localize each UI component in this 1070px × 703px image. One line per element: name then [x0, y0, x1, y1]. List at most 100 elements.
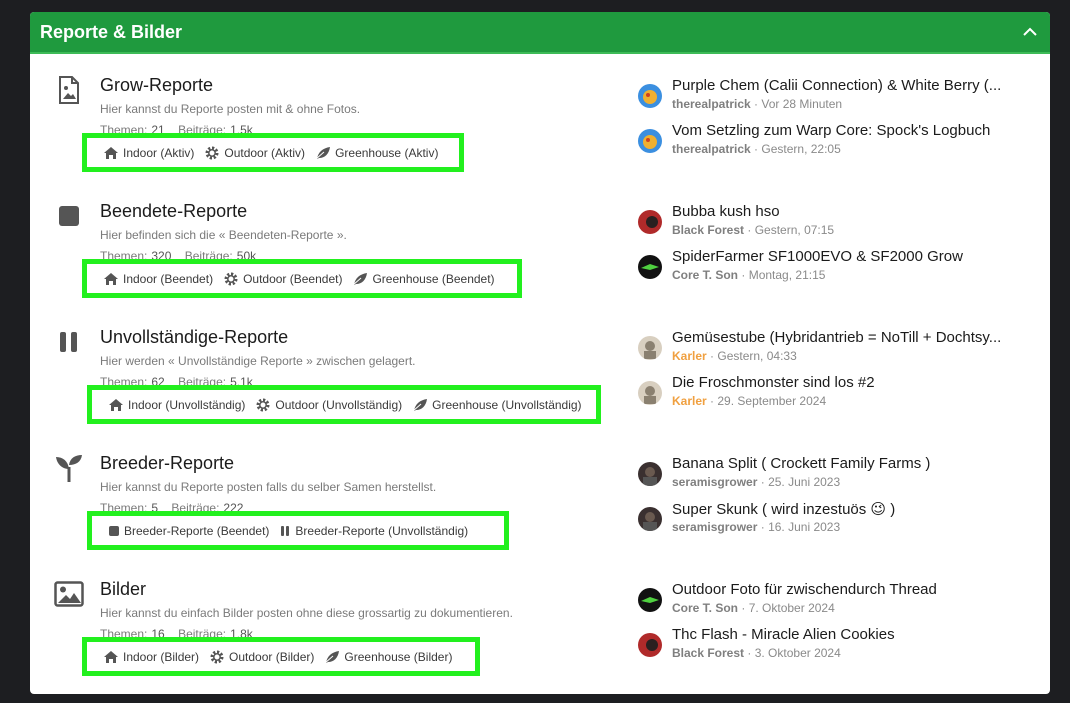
post-title[interactable]: Purple Chem (Calii Connection) & White B… [672, 77, 1001, 94]
latest-post: Vom Setzling zum Warp Core: Spock's Logb… [638, 122, 1038, 162]
subforum-link-indoor[interactable]: Indoor (Aktiv) [103, 146, 194, 160]
post-time[interactable]: Gestern, 04:33 [717, 349, 796, 363]
post-title[interactable]: SpiderFarmer SF1000EVO & SF2000 Grow [672, 248, 963, 265]
node-description: Hier befinden sich die « Beendeten-Repor… [100, 228, 347, 242]
post-title[interactable]: Die Froschmonster sind los #2 [672, 374, 875, 391]
subforum-link-outdoor[interactable]: Outdoor (Bilder) [209, 649, 314, 665]
post-username[interactable]: Core T. Son [672, 601, 738, 615]
stop-icon [109, 525, 119, 536]
subforum-link-greenhouse[interactable]: Greenhouse (Bilder) [324, 650, 452, 664]
post-time[interactable]: Gestern, 22:05 [761, 142, 840, 156]
avatar[interactable] [638, 210, 662, 234]
gear-icon [224, 272, 238, 285]
category-title[interactable]: Reporte & Bilder [40, 22, 182, 43]
subforum-list: Indoor (Aktiv) Outdoor (Aktiv) Greenhous… [82, 133, 464, 172]
latest-post: Purple Chem (Calii Connection) & White B… [638, 77, 1038, 117]
subforum-link-greenhouse[interactable]: Greenhouse (Unvollständig) [412, 398, 582, 412]
post-meta: Karler · 29. September 2024 [672, 394, 827, 408]
post-username[interactable]: Core T. Son [672, 268, 738, 282]
post-username[interactable]: Karler [672, 349, 707, 363]
node-title[interactable]: Beendete-Reporte [100, 201, 247, 222]
subforum-link-outdoor[interactable]: Outdoor (Unvollständig) [255, 397, 402, 413]
avatar[interactable] [638, 129, 662, 153]
subforum-link-outdoor[interactable]: Outdoor (Beendet) [223, 271, 342, 287]
subforum-link-indoor[interactable]: Indoor (Unvollständig) [108, 398, 245, 412]
post-title[interactable]: Outdoor Foto für zwischendurch Thread [672, 581, 937, 598]
leaf-icon [315, 146, 331, 159]
gear-icon [205, 146, 219, 159]
latest-post: Super Skunk ( wird inzestuös 😉 ) seramis… [638, 500, 1038, 540]
post-username[interactable]: Black Forest [672, 646, 744, 660]
leaf-icon [353, 272, 368, 285]
subforum-link-indoor[interactable]: Indoor (Beendet) [103, 272, 213, 286]
subforum-link-breeder-beendet[interactable]: Breeder-Reporte (Beendet) [108, 524, 269, 538]
latest-post: SpiderFarmer SF1000EVO & SF2000 Grow Cor… [638, 248, 1038, 288]
latest-post: Gemüsestube (Hybridantrieb = NoTill + Do… [638, 329, 1038, 369]
subforum-link-indoor[interactable]: Indoor (Bilder) [103, 650, 199, 664]
seedling-icon [54, 453, 84, 483]
subforum-link-greenhouse[interactable]: Greenhouse (Beendet) [352, 272, 495, 286]
gear-icon [256, 398, 270, 411]
post-title[interactable]: Banana Split ( Crockett Family Farms ) [672, 455, 930, 472]
post-time[interactable]: Vor 28 Minuten [761, 97, 842, 111]
home-icon [104, 146, 118, 159]
post-username[interactable]: Black Forest [672, 223, 744, 237]
latest-post: Bubba kush hso Black Forest · Gestern, 0… [638, 203, 1038, 243]
avatar[interactable] [638, 588, 662, 612]
post-title[interactable]: Bubba kush hso [672, 203, 780, 220]
post-time[interactable]: 3. Oktober 2024 [755, 646, 841, 660]
forum-category-block: Reporte & Bilder Grow-Reporte Hier kanns… [30, 12, 1050, 694]
pause-icon [281, 525, 290, 536]
post-meta: therealpatrick · Vor 28 Minuten [672, 97, 843, 111]
subforum-link-greenhouse[interactable]: Greenhouse (Aktiv) [315, 146, 438, 160]
post-title[interactable]: Vom Setzling zum Warp Core: Spock's Logb… [672, 122, 990, 139]
node-title[interactable]: Breeder-Reporte [100, 453, 234, 474]
image-file-icon [54, 75, 84, 105]
node-title[interactable]: Unvollständige-Reporte [100, 327, 288, 348]
avatar[interactable] [638, 633, 662, 657]
post-username[interactable]: therealpatrick [672, 142, 751, 156]
home-icon [104, 272, 118, 285]
post-time[interactable]: 7. Oktober 2024 [749, 601, 835, 615]
image-icon [54, 579, 84, 609]
gear-icon [210, 650, 224, 663]
post-time[interactable]: 25. Juni 2023 [768, 475, 840, 489]
post-username[interactable]: Karler [672, 394, 707, 408]
subforum-link-outdoor[interactable]: Outdoor (Aktiv) [204, 145, 305, 161]
post-time[interactable]: 29. September 2024 [717, 394, 826, 408]
post-meta: Core T. Son · 7. Oktober 2024 [672, 601, 835, 615]
post-title[interactable]: Super Skunk ( wird inzestuös 😉 ) [672, 500, 895, 518]
avatar[interactable] [638, 381, 662, 405]
post-username[interactable]: seramisgrower [672, 475, 757, 489]
latest-post: Banana Split ( Crockett Family Farms ) s… [638, 455, 1038, 495]
avatar[interactable] [638, 255, 662, 279]
avatar[interactable] [638, 84, 662, 108]
chevron-up-icon[interactable] [1020, 22, 1040, 42]
post-meta: Black Forest · Gestern, 07:15 [672, 223, 835, 237]
subforum-list: Indoor (Beendet) Outdoor (Beendet) Green… [82, 259, 522, 298]
node-title[interactable]: Bilder [100, 579, 146, 600]
avatar[interactable] [638, 462, 662, 486]
subforum-link-breeder-unvollstaendig[interactable]: Breeder-Reporte (Unvollständig) [279, 524, 468, 538]
avatar[interactable] [638, 507, 662, 531]
node-description: Hier werden « Unvollständige Reporte » z… [100, 354, 416, 368]
stop-icon [54, 201, 84, 231]
home-icon [104, 650, 118, 663]
post-time[interactable]: Gestern, 07:15 [755, 223, 834, 237]
post-meta: Karler · Gestern, 04:33 [672, 349, 797, 363]
post-title[interactable]: Gemüsestube (Hybridantrieb = NoTill + Do… [672, 329, 1001, 346]
avatar[interactable] [638, 336, 662, 360]
post-title[interactable]: Thc Flash - Miracle Alien Cookies [672, 626, 895, 643]
category-header: Reporte & Bilder [30, 12, 1050, 54]
post-username[interactable]: seramisgrower [672, 520, 757, 534]
leaf-icon [412, 398, 428, 411]
post-meta: seramisgrower · 25. Juni 2023 [672, 475, 841, 489]
node-title[interactable]: Grow-Reporte [100, 75, 213, 96]
post-meta: seramisgrower · 16. Juni 2023 [672, 520, 841, 534]
node-description: Hier kannst du Reporte posten mit & ohne… [100, 102, 361, 116]
latest-post: Outdoor Foto für zwischendurch Thread Co… [638, 581, 1038, 621]
pause-icon [54, 327, 84, 357]
post-time[interactable]: 16. Juni 2023 [768, 520, 840, 534]
post-username[interactable]: therealpatrick [672, 97, 751, 111]
post-time[interactable]: Montag, 21:15 [749, 268, 826, 282]
